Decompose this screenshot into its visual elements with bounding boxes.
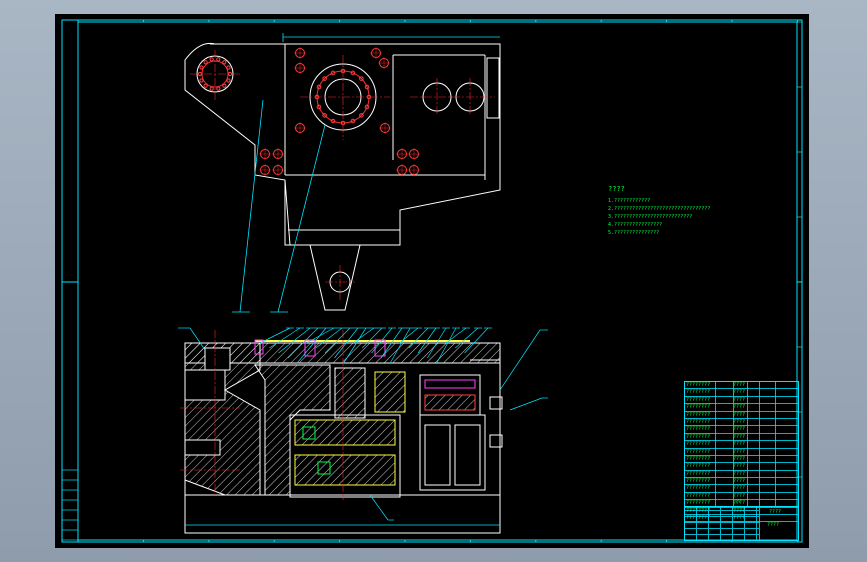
parts-list-row: ???????????? xyxy=(685,441,798,449)
parts-list-col-divider xyxy=(775,382,776,506)
parts-list-row: ???????????? xyxy=(685,455,798,464)
parts-list-row: ???????????? xyxy=(685,478,798,486)
note-line: 1.???????????? xyxy=(608,198,651,204)
parts-list-cell: ???? xyxy=(733,448,746,455)
parts-list-cell: ???????? xyxy=(686,441,711,448)
parts-list-col-divider xyxy=(715,382,716,506)
notes-title: ???? xyxy=(608,185,625,193)
parts-list-cell: ???? xyxy=(733,396,746,403)
title-name-cell: ???? xyxy=(769,509,782,515)
drawing-number-cell: ???? xyxy=(767,522,780,528)
parts-list-cell: ???? xyxy=(733,455,746,462)
title-block: ???? ???? ?? xyxy=(684,499,799,541)
parts-list-cell: ???? xyxy=(733,492,746,499)
parts-list-row: ???????????? xyxy=(685,449,798,456)
section-view xyxy=(184,339,503,534)
note-line: 2.???????????????????????????????? xyxy=(608,206,711,212)
notes-lines: 1.???????????? 2.???????????????????????… xyxy=(608,197,710,237)
cad-drawing-viewport[interactable]: ???? 1.???????????? 2.??????????????????… xyxy=(55,14,809,548)
parts-list-cell: ???????? xyxy=(686,478,711,485)
parts-list-cell: ???? xyxy=(733,441,746,448)
parts-list-cell: ???? xyxy=(733,485,746,492)
parts-list-row: ???????????? xyxy=(685,485,798,493)
parts-list-cell: ???????? xyxy=(686,470,711,477)
parts-list-cell: ???? xyxy=(733,418,746,425)
bolt-hole xyxy=(209,57,214,62)
parts-list-cell: ???? xyxy=(733,478,746,485)
parts-list-cell: ???????? xyxy=(686,448,711,455)
parts-list-cell: ???? xyxy=(733,470,746,477)
parts-list-cell: ???????? xyxy=(686,433,711,440)
parts-list-cell: ???? xyxy=(733,411,746,418)
parts-list-row: ???????????? xyxy=(685,463,798,471)
parts-list-row: ???????????? xyxy=(685,389,798,397)
parts-list-table: ????????????????????????????????????????… xyxy=(684,381,799,523)
title-grid-left xyxy=(685,507,760,540)
bolt-hole xyxy=(216,86,221,91)
bolt-hole xyxy=(203,60,208,65)
parts-list-row: ???????????? xyxy=(685,433,798,442)
parts-list-row: ???????????? xyxy=(685,492,798,501)
parts-list-cell: ???? xyxy=(733,463,746,470)
corner-holes xyxy=(259,47,420,176)
parts-list-cell: ???????? xyxy=(686,426,711,433)
technical-notes: ???? 1.???????????? 2.??????????????????… xyxy=(608,184,710,237)
parts-list-cell: ???? xyxy=(733,404,746,411)
parts-list-cell: ???? xyxy=(733,382,746,388)
parts-list-cell: ???????? xyxy=(686,485,711,492)
parts-list-cell: ???????? xyxy=(686,396,711,403)
parts-list-cell: ???????? xyxy=(686,492,711,499)
bolt-hole xyxy=(216,57,221,62)
parts-list-rows: ????????????????????????????????????????… xyxy=(685,382,798,523)
parts-list-cell: ???????? xyxy=(686,418,711,425)
parts-list-cell: ???????? xyxy=(686,463,711,470)
top-view xyxy=(184,42,501,311)
parts-list-cell: ???? xyxy=(733,389,746,396)
bolt-hole xyxy=(199,65,204,70)
parts-list-col-divider xyxy=(759,382,760,506)
bolt-hole xyxy=(209,86,214,91)
left-side-block xyxy=(61,469,79,541)
bolt-hole xyxy=(222,60,227,65)
parts-list-cell: ???????? xyxy=(686,455,711,462)
parts-list-cell: ???????? xyxy=(686,404,711,411)
parts-list-row: ???????????? xyxy=(685,418,798,427)
sign-cell: ?? xyxy=(735,499,742,505)
parts-list-row: ???????????? xyxy=(685,470,798,479)
parts-list-cell: ???????? xyxy=(686,382,711,388)
note-line: 3.?????????????????????????? xyxy=(608,214,693,220)
parts-list-row: ???????????? xyxy=(685,412,798,419)
top-leaders xyxy=(232,33,500,313)
parts-list-col-divider xyxy=(747,382,748,506)
parts-list-col-divider xyxy=(733,382,734,506)
parts-list-cell: ???? xyxy=(733,433,746,440)
parts-list-row: ???????????? xyxy=(685,426,798,434)
bolt-hole xyxy=(226,78,231,83)
parts-list-row: ???????????? xyxy=(685,396,798,405)
bolt-hole xyxy=(226,65,231,70)
bolt-hole xyxy=(222,83,227,88)
note-line: 5.??????????????? xyxy=(608,230,660,236)
note-line: 4.???????????????? xyxy=(608,222,663,228)
parts-list-row: ???????????? xyxy=(685,404,798,412)
bolt-hole xyxy=(199,78,204,83)
parts-list-cell: ???? xyxy=(733,426,746,433)
bolt-hole xyxy=(203,83,208,88)
parts-list-cell: ???????? xyxy=(686,411,711,418)
parts-list-cell: ???????? xyxy=(686,389,711,396)
parts-list-row: ???????????? xyxy=(685,382,798,390)
